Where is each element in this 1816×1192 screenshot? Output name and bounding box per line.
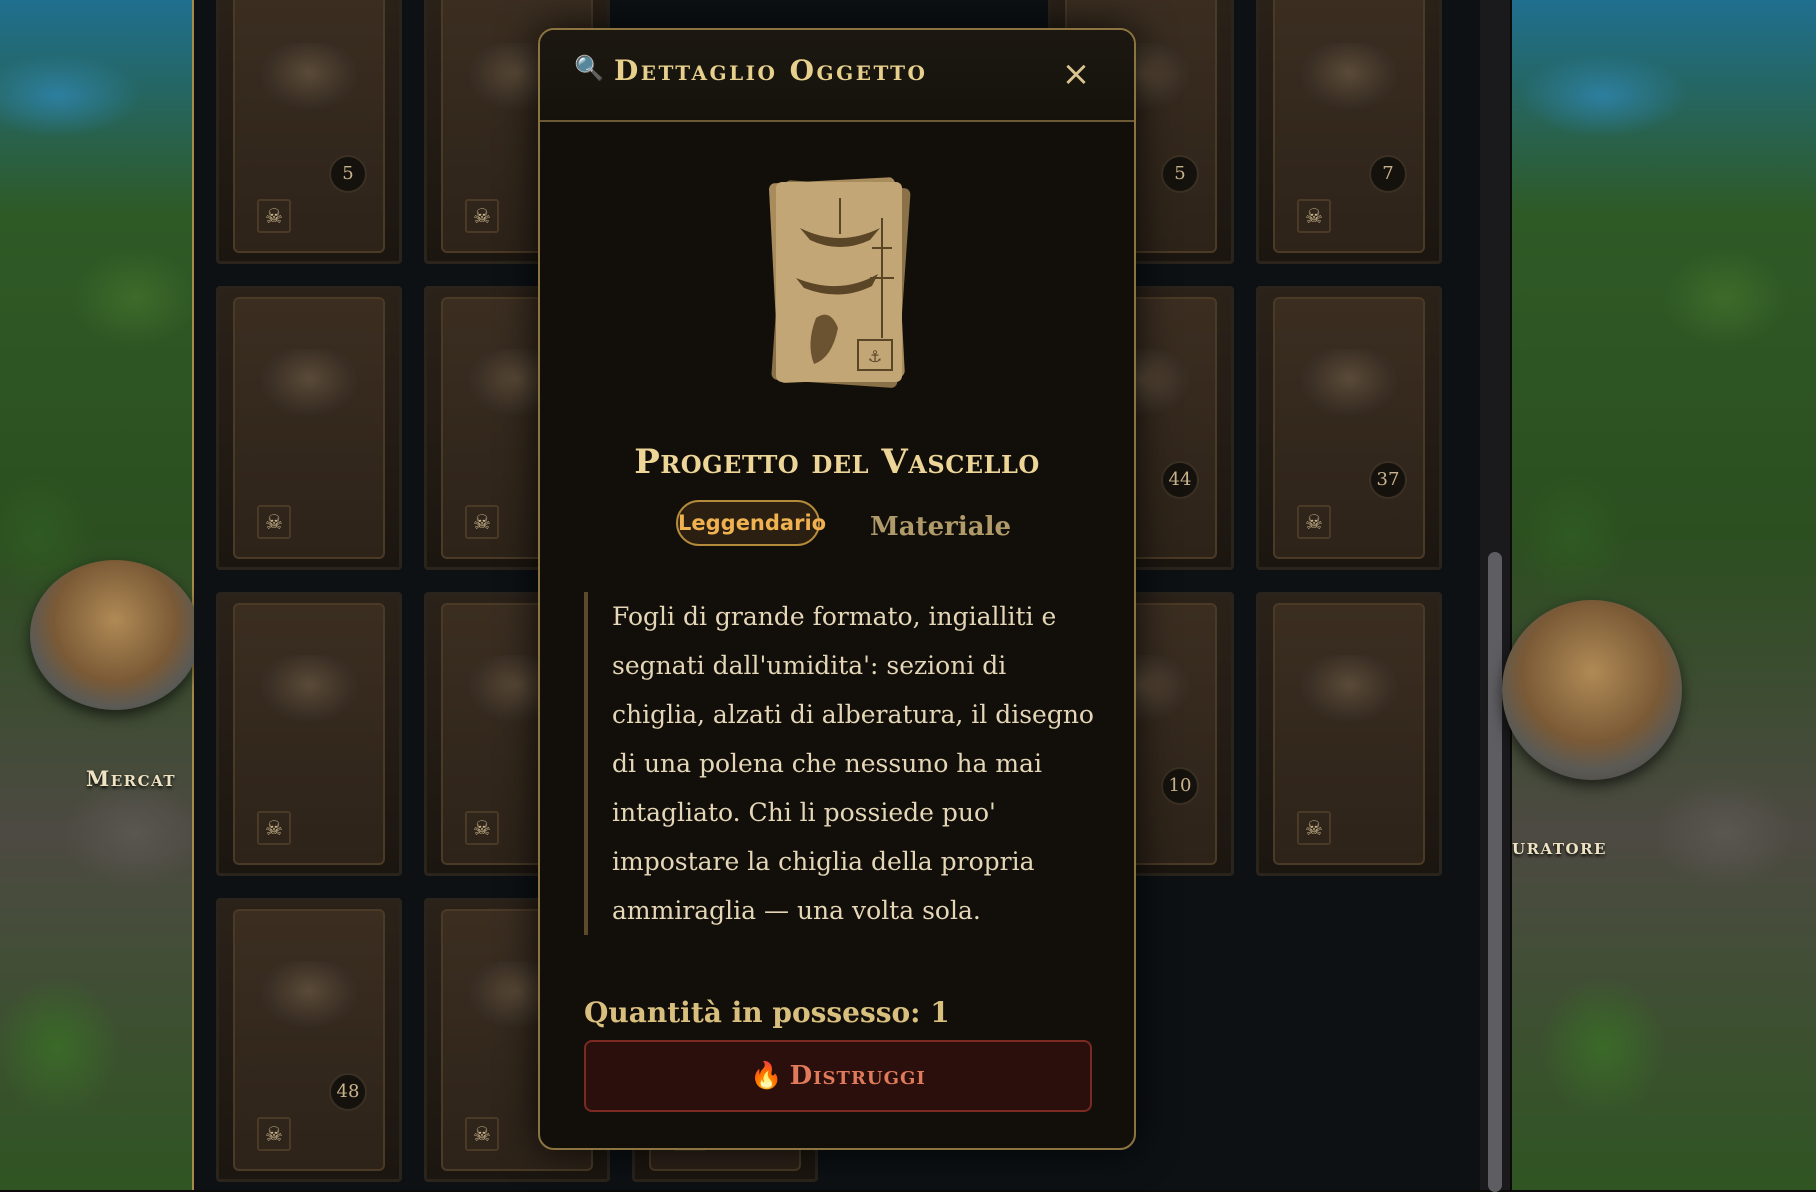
- item-name: Progetto del Vascello: [634, 442, 1040, 482]
- inventory-slot[interactable]: 7 ☠: [1256, 0, 1442, 264]
- item-quantity: Quantità in possesso: 1: [584, 996, 950, 1029]
- stone-blocks-icon: [1301, 348, 1397, 415]
- close-button[interactable]: ×: [1060, 57, 1092, 91]
- item-detail-modal: 🔍 Dettaglio Oggetto × ⚓ Progetto del Vas…: [538, 28, 1136, 1150]
- item-type: Materiale: [870, 512, 1012, 542]
- item-count: 7: [1369, 155, 1407, 193]
- rum-barrel-icon: [261, 960, 357, 1027]
- skull-icon: ☠: [465, 199, 499, 233]
- item-count: 48: [329, 1073, 367, 1111]
- svg-text:⚓: ⚓: [868, 347, 882, 366]
- fire-icon: 🔥: [750, 1061, 784, 1091]
- market-label: Mercat: [86, 766, 177, 791]
- skull-icon: ☠: [257, 505, 291, 539]
- island-background-right: uratore: [1502, 0, 1816, 1190]
- skull-icon: ☠: [465, 1117, 499, 1151]
- inventory-slot[interactable]: 48 ☠: [216, 898, 402, 1182]
- skull-icon: ☠: [465, 811, 499, 845]
- scrollbar-thumb[interactable]: [1488, 552, 1502, 1192]
- item-description: Fogli di grande formato, ingialliti e se…: [584, 592, 1094, 935]
- skull-icon: ☠: [1297, 811, 1331, 845]
- inventory-slot[interactable]: 5☠: [216, 0, 402, 264]
- inventory-slot[interactable]: 37 ☠: [1256, 286, 1442, 570]
- magnifier-icon: 🔍: [574, 54, 604, 82]
- item-count: 37: [1369, 461, 1407, 499]
- island-background-left: Mercat: [0, 0, 200, 1190]
- skull-icon: ☠: [257, 1117, 291, 1151]
- skull-icon: ☠: [465, 505, 499, 539]
- item-count: 5: [1161, 155, 1199, 193]
- ship-blueprint-icon: ⚓: [769, 177, 911, 388]
- rope-icon: [261, 42, 357, 109]
- inventory-slot[interactable]: ☠: [216, 592, 402, 876]
- skull-icon: ☠: [1297, 199, 1331, 233]
- modal-title: Dettaglio Oggetto: [614, 54, 928, 87]
- skull-icon: ☠: [257, 199, 291, 233]
- skull-icon: ☠: [1297, 505, 1331, 539]
- plant-icon: [1301, 42, 1397, 109]
- destroy-label: Distruggi: [789, 1061, 926, 1091]
- destroy-button[interactable]: 🔥 Distruggi: [584, 1040, 1092, 1112]
- modal-header: 🔍 Dettaglio Oggetto ×: [540, 30, 1134, 122]
- workshop-label: uratore: [1512, 834, 1607, 859]
- shell-icon: [1301, 654, 1397, 721]
- logs-icon: [261, 348, 357, 415]
- skull-icon: ☠: [257, 811, 291, 845]
- crystals-icon: [261, 654, 357, 721]
- workshop-building[interactable]: [1502, 600, 1682, 780]
- item-count: 44: [1161, 461, 1199, 499]
- inventory-slot[interactable]: ☠: [216, 286, 402, 570]
- rarity-badge: Leggendario: [676, 500, 826, 546]
- item-count: 10: [1161, 767, 1199, 805]
- inventory-slot[interactable]: ☠: [1256, 592, 1442, 876]
- market-building[interactable]: [30, 560, 200, 710]
- item-count: 5: [329, 155, 367, 193]
